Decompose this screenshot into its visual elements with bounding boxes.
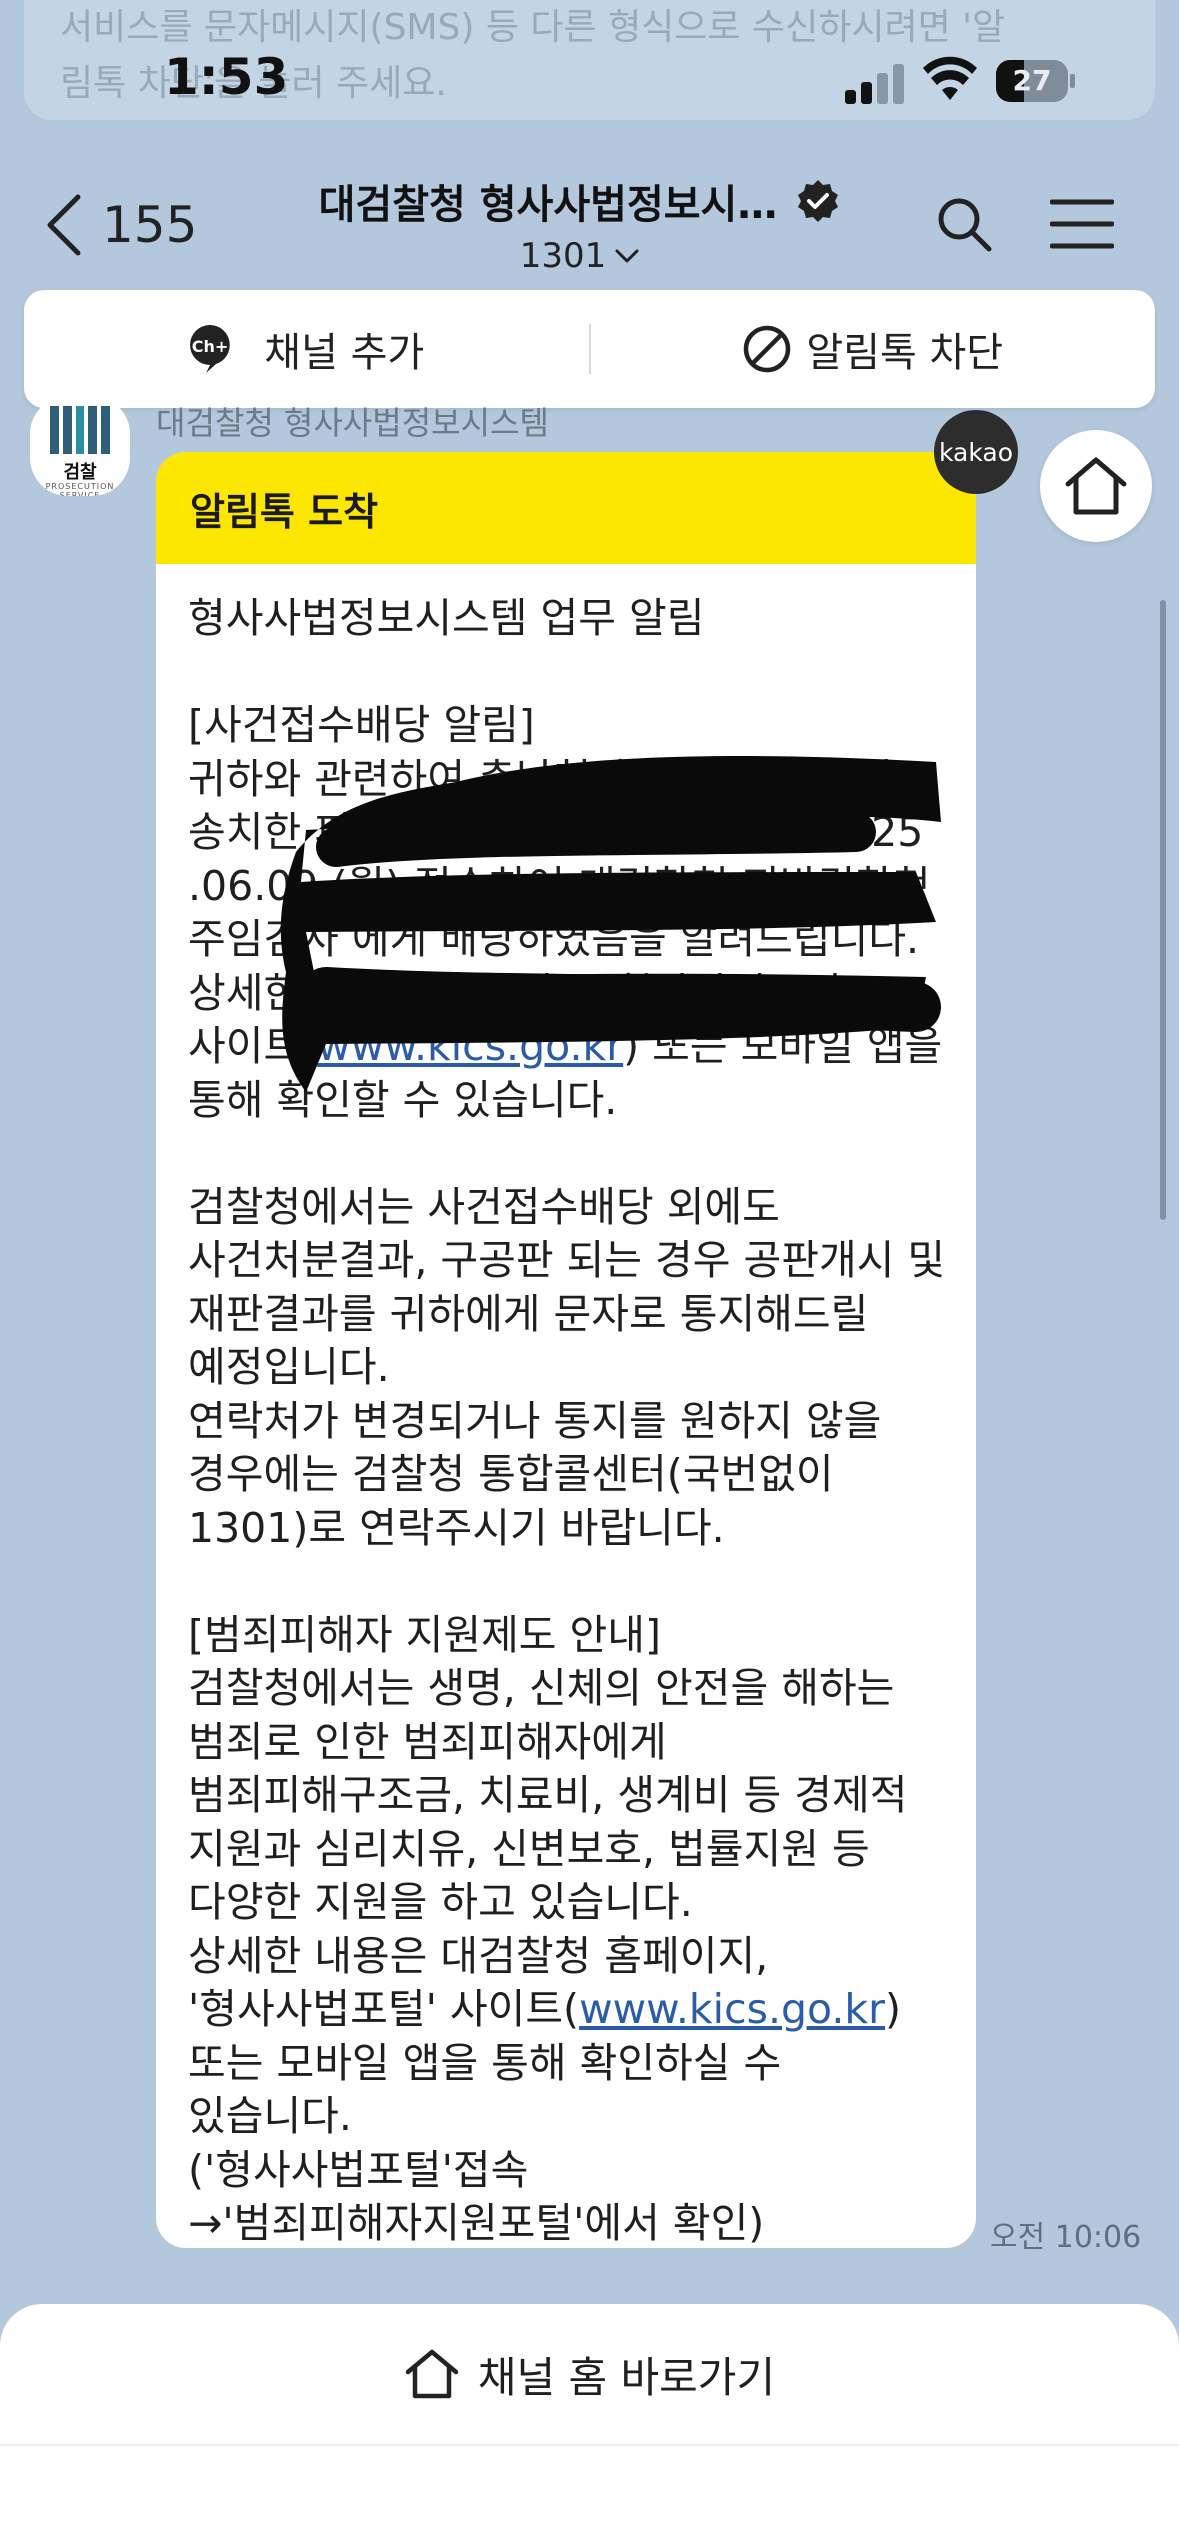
- search-icon[interactable]: [934, 194, 994, 254]
- channel-add-icon: Ch+: [190, 325, 231, 373]
- bottom-panel: 채널 홈 바로가기: [0, 2304, 1179, 2548]
- menu-icon[interactable]: [1050, 198, 1114, 250]
- message-header: 알림톡 도착: [156, 452, 976, 564]
- section2-title: [범죄피해자 지원제도 안내]: [188, 1610, 661, 1659]
- chat-header: 155 대검찰청 형사사법정보시… 1301: [0, 160, 1179, 290]
- para1-redacted: 귀하와 관련하여 충남천안서북경찰서에서 송치한 피의자 권형철에 대한 사건을…: [188, 754, 944, 964]
- chevron-left-icon: [47, 194, 81, 256]
- section1-title: [사건접수배당 알림]: [188, 701, 535, 749]
- avatar-text: 검찰: [63, 462, 97, 483]
- panel-divider: [0, 2444, 1179, 2446]
- channel-action-bar: Ch+ 채널 추가 알림톡 차단: [24, 290, 1155, 408]
- ch-icon-text: Ch+: [192, 337, 229, 356]
- chat-title: 대검찰청 형사사법정보시…: [318, 182, 778, 228]
- para2: 검찰청에서는 사건접수배당 외에도 사건처분결과, 구공판 되는 경우 공판개시…: [188, 1182, 959, 1392]
- status-bar: 1:53 27: [0, 0, 1179, 160]
- sender-avatar[interactable]: 검찰 PROSECUTION SERVICE: [30, 396, 130, 496]
- block-alimtalk-label: 알림톡 차단: [806, 330, 1004, 376]
- scrollbar[interactable]: [1160, 600, 1166, 1220]
- chat-title-area[interactable]: 대검찰청 형사사법정보시… 1301: [300, 172, 860, 276]
- para4: 검찰청에서는 생명, 신체의 안전을 해하는 범죄로 인한 범죄피해자에게 범죄…: [188, 1664, 921, 1926]
- avatar-subtext: PROSECUTION SERVICE: [45, 482, 115, 496]
- chat-subtitle: 1301: [519, 236, 607, 276]
- channel-home-button[interactable]: [1040, 430, 1152, 542]
- kakao-badge: kakao: [934, 410, 1018, 494]
- kics-link-2[interactable]: www.kics.go.kr: [579, 1985, 885, 2033]
- home-icon: [1065, 457, 1127, 515]
- block-alimtalk-button[interactable]: 알림톡 차단: [591, 290, 1156, 408]
- battery-level: 27: [1012, 64, 1052, 97]
- para3: 연락처가 변경되거나 통지를 원하지 않을 경우에는 검찰청 통합콜센터(국번없…: [188, 1396, 895, 1552]
- sender-name: 대검찰청 형사사법정보시스템: [156, 404, 549, 442]
- battery-icon: 27: [996, 60, 1076, 102]
- message-body: 형사사법정보시스템 업무 알림 [사건접수배당 알림] 귀하와 관련하여 충남천…: [156, 564, 976, 2248]
- prosecution-logo-icon: [50, 406, 110, 454]
- message-line1: 형사사법정보시스템 업무 알림: [188, 594, 705, 642]
- para6: ('형사사법포털'접속→'범죄피해자지원포털'에서 확인): [188, 2145, 765, 2248]
- message-header-title: 알림톡 도착: [190, 489, 379, 534]
- chevron-down-icon: [615, 249, 639, 263]
- block-icon: [744, 325, 791, 373]
- wifi-icon: [923, 56, 977, 100]
- cellular-signal-icon: [845, 62, 905, 104]
- add-channel-label: 채널 추가: [264, 330, 425, 376]
- unread-count: 155: [102, 196, 198, 254]
- back-button[interactable]: 155: [44, 190, 197, 260]
- add-channel-button[interactable]: Ch+ 채널 추가: [24, 290, 589, 408]
- message-timestamp: 오전 10:06: [990, 2220, 1142, 2255]
- status-time: 1:53: [164, 48, 289, 106]
- message-bubble[interactable]: 알림톡 도착 형사사법정보시스템 업무 알림 [사건접수배당 알림] 귀하와 관…: [156, 452, 976, 2248]
- home-icon: [405, 2349, 459, 2399]
- channel-home-shortcut-label: 채널 홈 바로가기: [477, 2352, 776, 2402]
- kics-link-1[interactable]: www.kics.go.kr: [317, 1022, 623, 1070]
- channel-home-shortcut-button[interactable]: 채널 홈 바로가기: [0, 2304, 1179, 2444]
- verified-badge-icon: [798, 180, 839, 222]
